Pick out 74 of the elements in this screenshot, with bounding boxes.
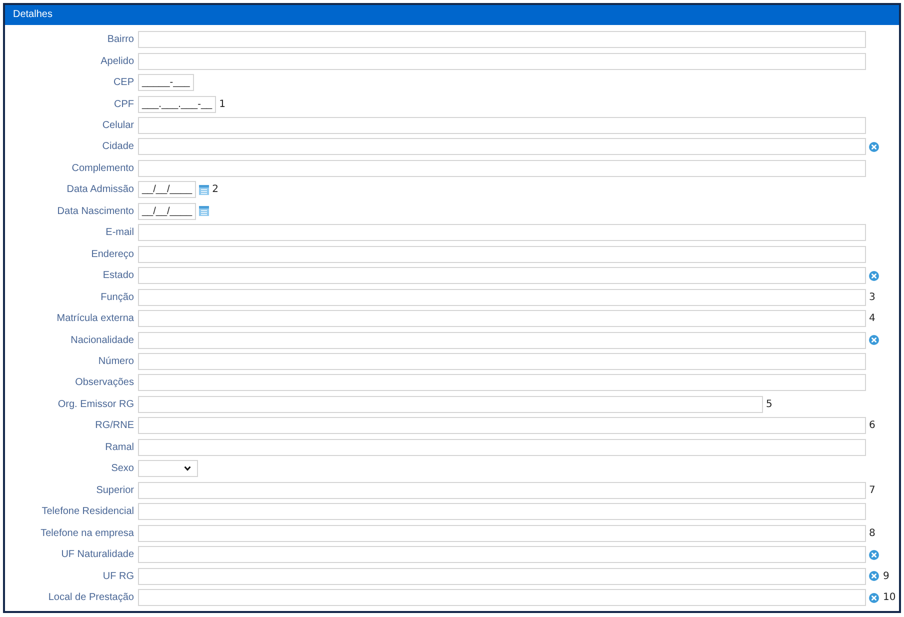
field-label: Ramal [104,442,134,453]
annotation-number: 10 [883,592,896,603]
field-label: E-mail [104,227,134,238]
field-label: Data Admissão [66,184,134,196]
text-field[interactable] [138,160,866,177]
field-label: Matrícula externa [56,313,134,324]
text-field[interactable] [138,224,866,242]
annotation-number: 9 [883,570,890,582]
panel-header: Detalhes [5,5,899,25]
field-label: CEP [112,77,134,88]
clear-icon[interactable] [869,571,879,582]
text-field[interactable] [138,438,866,456]
clear-icon[interactable] [869,142,879,152]
field-label: Local de Prestação [47,592,134,603]
masked-field[interactable]: _____-___ [138,74,194,92]
text-field[interactable] [138,31,866,48]
field-label: Apelido [100,56,134,67]
dropdown-field[interactable] [138,460,198,478]
date-field[interactable]: __/__/____ [138,181,196,198]
field-label: Número [97,356,134,368]
field-label: Data Nascimento [56,206,134,217]
annotation-number: 3 [869,292,876,303]
annotation-number: 6 [869,420,876,432]
field-label: Endereço [90,248,134,260]
field-label: UF RG [102,570,134,582]
field-label: UF Naturalidade [60,549,134,560]
text-field[interactable] [138,396,763,413]
text-field[interactable] [138,288,866,306]
clear-icon[interactable] [869,270,879,281]
clear-icon[interactable] [869,335,879,346]
calendar-icon[interactable] [199,184,210,195]
text-field[interactable] [138,589,866,606]
text-field[interactable] [138,310,866,328]
field-label: Org. Emissor RG [56,398,134,410]
chevron-down-icon [184,466,191,472]
text-field[interactable] [138,524,866,542]
annotation-number: 8 [869,528,876,539]
text-field[interactable] [138,267,866,284]
masked-field[interactable]: ___.___.___-__ [138,96,216,113]
field-label: CPF [113,98,134,110]
text-field[interactable] [138,246,866,263]
text-field[interactable] [138,374,866,392]
text-field[interactable] [138,546,866,564]
clear-icon[interactable] [869,592,879,602]
field-label: Telefone na empresa [40,528,134,539]
annotation-number: 5 [766,398,772,410]
text-field[interactable] [138,417,866,434]
field-label: Bairro [106,34,134,46]
field-label: Superior [95,484,134,496]
date-field[interactable]: __/__/____ [138,202,196,220]
field-label: Sexo [110,463,134,474]
field-label: Observações [74,377,134,388]
field-label: Nacionalidade [70,334,134,346]
calendar-icon[interactable] [199,206,210,216]
field-label: Complemento [70,162,134,174]
field-label: Telefone Residencial [40,506,134,518]
field-label: Estado [102,270,134,282]
text-field[interactable] [138,568,866,585]
annotation-number: 4 [869,313,876,324]
annotation-number: 7 [869,484,876,496]
text-field[interactable] [138,138,866,156]
clear-icon[interactable] [869,550,879,560]
annotation-number: 2 [212,184,218,196]
field-label: RG/RNE [94,420,134,432]
text-field[interactable] [138,117,866,134]
text-field[interactable] [138,52,866,70]
text-field[interactable] [138,353,866,370]
field-label: Função [100,292,134,303]
text-field[interactable] [138,503,866,520]
field-label: Celular [101,120,134,132]
field-label: Cidade [101,141,134,152]
text-field[interactable] [138,482,866,499]
text-field[interactable] [138,332,866,349]
annotation-number: 1 [219,98,226,110]
